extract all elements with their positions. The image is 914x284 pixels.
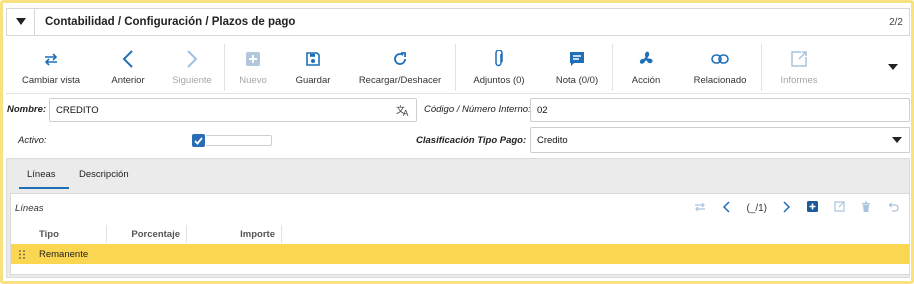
reload-icon [392, 50, 408, 68]
switch-view-icon[interactable] [694, 202, 706, 215]
note-icon [569, 50, 585, 68]
column-header-importe[interactable]: Importe [187, 225, 282, 243]
siguiente-button[interactable]: Siguiente [160, 42, 224, 93]
nombre-field[interactable]: CREDITO 文A [49, 98, 417, 122]
translate-icon[interactable]: 文A [396, 104, 410, 120]
tab-descripcion[interactable]: Descripción [79, 169, 129, 180]
column-header-porcentaje[interactable]: Porcentaje [107, 225, 187, 243]
grid-nav-count: (_/1) [746, 202, 767, 214]
anterior-button[interactable]: Anterior [96, 42, 160, 93]
svg-text:A: A [403, 109, 409, 117]
plus-square-icon [246, 50, 260, 68]
codigo-label: Código / Número Interno: [424, 104, 531, 115]
more-actions-button[interactable] [876, 42, 910, 93]
collapse-toggle[interactable] [7, 9, 35, 35]
switch-arrows-icon [42, 50, 60, 68]
toolbar: Cambiar vista Anterior Siguiente Nuevo G… [6, 42, 910, 94]
guardar-button[interactable]: Guardar [281, 42, 345, 93]
record-count: 2/2 [889, 16, 903, 28]
column-header-tipo[interactable]: Tipo [33, 225, 107, 243]
clasificacion-label: Clasificación Tipo Pago: [416, 135, 527, 146]
adjuntos-label: Adjuntos (0) [473, 74, 525, 86]
nombre-value: CREDITO [56, 104, 99, 116]
grid-next-icon[interactable] [783, 200, 791, 216]
recargar-button[interactable]: Recargar/Deshacer [345, 42, 455, 93]
tab-lineas[interactable]: Líneas [27, 169, 56, 180]
row-tipo-cell: Remanente [39, 248, 89, 260]
recargar-label: Recargar/Deshacer [358, 74, 442, 86]
checkmark-icon [194, 136, 203, 145]
grid-open-icon[interactable] [834, 201, 845, 215]
activo-label: Activo: [18, 135, 47, 146]
guardar-label: Guardar [295, 74, 331, 86]
informes-label: Informes [780, 74, 818, 86]
relacionado-button[interactable]: Relacionado [679, 42, 761, 93]
nuevo-label: Nuevo [239, 74, 267, 86]
informes-button[interactable]: Informes [762, 42, 836, 93]
grid-title: Líneas [15, 203, 44, 214]
report-icon [791, 50, 807, 68]
grid-prev-icon[interactable] [722, 200, 730, 216]
nota-button[interactable]: Nota (0/0) [542, 42, 612, 93]
relacionado-label: Relacionado [693, 74, 747, 86]
link-icon [711, 50, 729, 68]
table-row[interactable]: Remanente [11, 244, 909, 264]
anterior-label: Anterior [111, 74, 145, 86]
accion-label: Acción [631, 74, 661, 86]
save-icon [306, 50, 320, 68]
siguiente-label: Siguiente [172, 74, 212, 86]
paperclip-icon [494, 49, 504, 68]
grid-toolbar: (_/1) [694, 200, 899, 216]
activo-checkbox[interactable] [192, 134, 205, 147]
codigo-value: 02 [537, 104, 548, 116]
drag-handle-icon[interactable] [11, 249, 33, 259]
adjuntos-button[interactable]: Adjuntos (0) [456, 42, 542, 93]
caret-down-icon [15, 18, 26, 25]
cambiar-vista-label: Cambiar vista [21, 74, 81, 86]
chevron-left-icon [122, 49, 134, 68]
chevron-right-icon [186, 49, 198, 68]
clasificacion-value: Credito [537, 134, 568, 146]
nombre-label: Nombre: [7, 104, 47, 115]
grid-add-icon[interactable] [807, 201, 818, 215]
clasificacion-dropdown-button[interactable] [884, 127, 910, 153]
cambiar-vista-button[interactable]: Cambiar vista [6, 42, 96, 93]
nuevo-button[interactable]: Nuevo [225, 42, 281, 93]
nota-label: Nota (0/0) [555, 74, 599, 86]
grid-undo-icon[interactable] [887, 202, 899, 215]
grid-delete-icon[interactable] [861, 201, 871, 215]
page-title: Contabilidad / Configuración / Plazos de… [45, 16, 296, 28]
fan-icon [637, 50, 655, 68]
caret-down-icon [891, 136, 902, 143]
active-tab-indicator [19, 187, 69, 189]
accion-button[interactable]: Acción [613, 42, 679, 93]
activo-checkbox-track [206, 135, 272, 146]
codigo-field[interactable]: 02 [530, 98, 910, 122]
clasificacion-select[interactable]: Credito [530, 127, 885, 153]
title-bar: Contabilidad / Configuración / Plazos de… [6, 8, 910, 36]
caret-down-icon [888, 64, 898, 70]
